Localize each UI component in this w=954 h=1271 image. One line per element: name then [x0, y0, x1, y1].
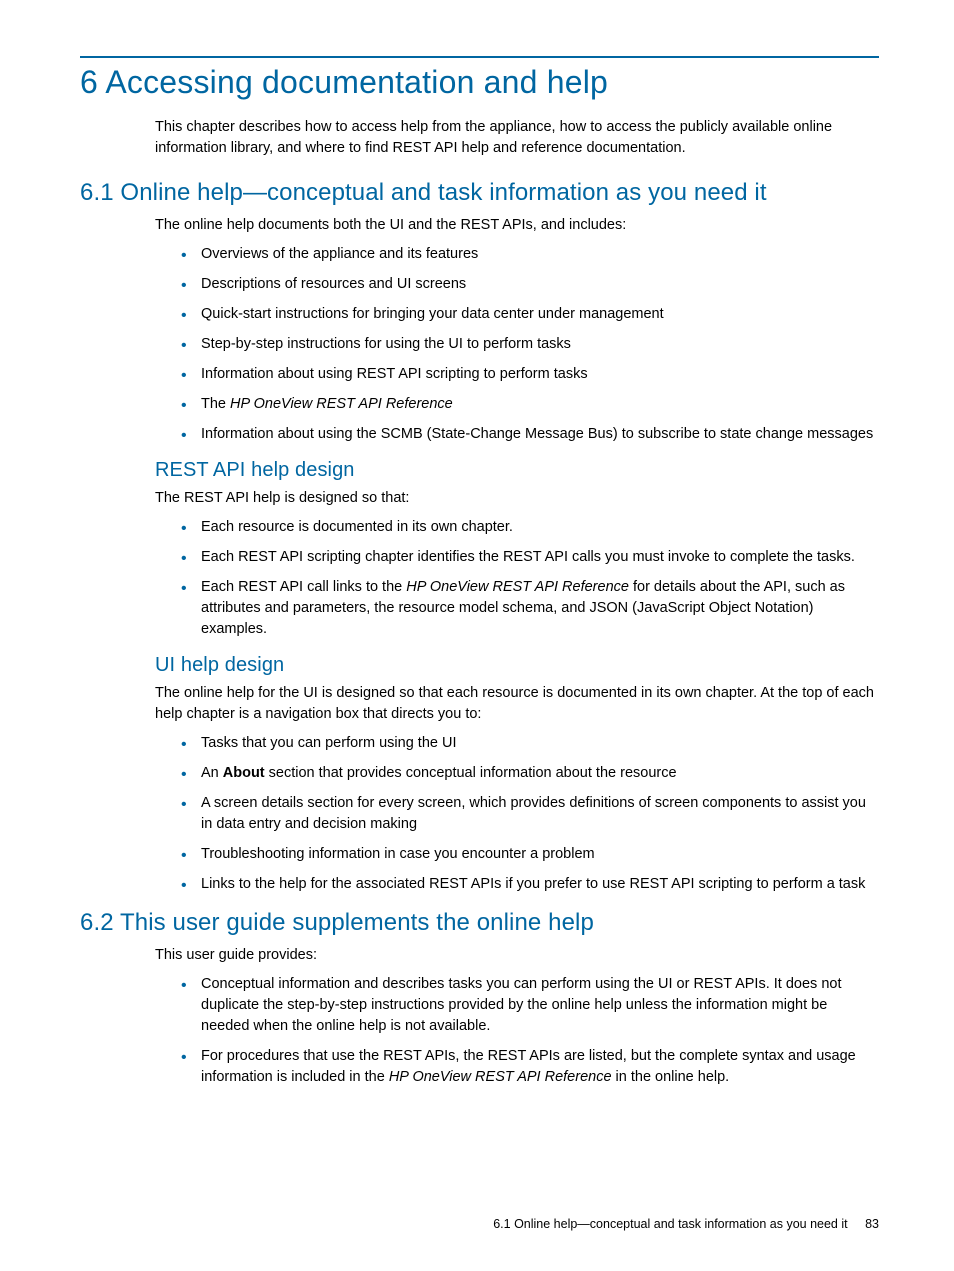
list-item: Descriptions of resources and UI screens	[181, 274, 879, 295]
ui-help-design-list: Tasks that you can perform using the UI …	[155, 733, 879, 895]
text: The	[201, 396, 230, 412]
list-item: Information about using REST API scripti…	[181, 364, 879, 385]
list-item: Links to the help for the associated RES…	[181, 874, 879, 895]
list-item: Quick-start instructions for bringing yo…	[181, 304, 879, 325]
text: Each REST API call links to the	[201, 579, 406, 595]
section-6-2-intro: This user guide provides:	[155, 945, 879, 966]
list-item: Conceptual information and describes tas…	[181, 974, 879, 1037]
list-item: The HP OneView REST API Reference	[181, 394, 879, 415]
list-item: Troubleshooting information in case you …	[181, 844, 879, 865]
section-6-1-intro: The online help documents both the UI an…	[155, 215, 879, 236]
list-item: Overviews of the appliance and its featu…	[181, 244, 879, 265]
footer-page-number: 83	[865, 1217, 879, 1231]
section-6-2-list: Conceptual information and describes tas…	[155, 974, 879, 1088]
chapter-title: 6 Accessing documentation and help	[80, 64, 879, 101]
text: section that provides conceptual informa…	[265, 765, 677, 781]
text: in the online help.	[612, 1069, 730, 1085]
list-item: Each REST API scripting chapter identifi…	[181, 547, 879, 568]
header-rule	[80, 56, 879, 58]
list-item: An About section that provides conceptua…	[181, 763, 879, 784]
reference-title: HP OneView REST API Reference	[230, 396, 453, 412]
list-item: Each resource is documented in its own c…	[181, 517, 879, 538]
reference-title: HP OneView REST API Reference	[406, 579, 629, 595]
section-6-1-title: 6.1 Online help—conceptual and task info…	[80, 179, 879, 207]
about-bold: About	[223, 765, 265, 781]
list-item: Information about using the SCMB (State-…	[181, 424, 879, 445]
page-footer: 6.1 Online help—conceptual and task info…	[493, 1217, 879, 1231]
text: An	[201, 765, 223, 781]
ui-help-design-title: UI help design	[155, 654, 879, 677]
list-item: Tasks that you can perform using the UI	[181, 733, 879, 754]
list-item: A screen details section for every scree…	[181, 793, 879, 835]
section-6-2-title: 6.2 This user guide supplements the onli…	[80, 909, 879, 937]
ui-help-design-intro: The online help for the UI is designed s…	[155, 683, 879, 725]
rest-api-design-list: Each resource is documented in its own c…	[155, 517, 879, 640]
chapter-intro-text: This chapter describes how to access hel…	[155, 117, 879, 159]
section-6-1-list: Overviews of the appliance and its featu…	[155, 244, 879, 445]
list-item: Each REST API call links to the HP OneVi…	[181, 577, 879, 640]
list-item: Step-by-step instructions for using the …	[181, 334, 879, 355]
document-page: 6 Accessing documentation and help This …	[0, 0, 954, 1271]
reference-title: HP OneView REST API Reference	[389, 1069, 612, 1085]
rest-api-design-title: REST API help design	[155, 459, 879, 482]
footer-section-label: 6.1 Online help—conceptual and task info…	[493, 1217, 847, 1231]
rest-api-design-intro: The REST API help is designed so that:	[155, 488, 879, 509]
list-item: For procedures that use the REST APIs, t…	[181, 1046, 879, 1088]
